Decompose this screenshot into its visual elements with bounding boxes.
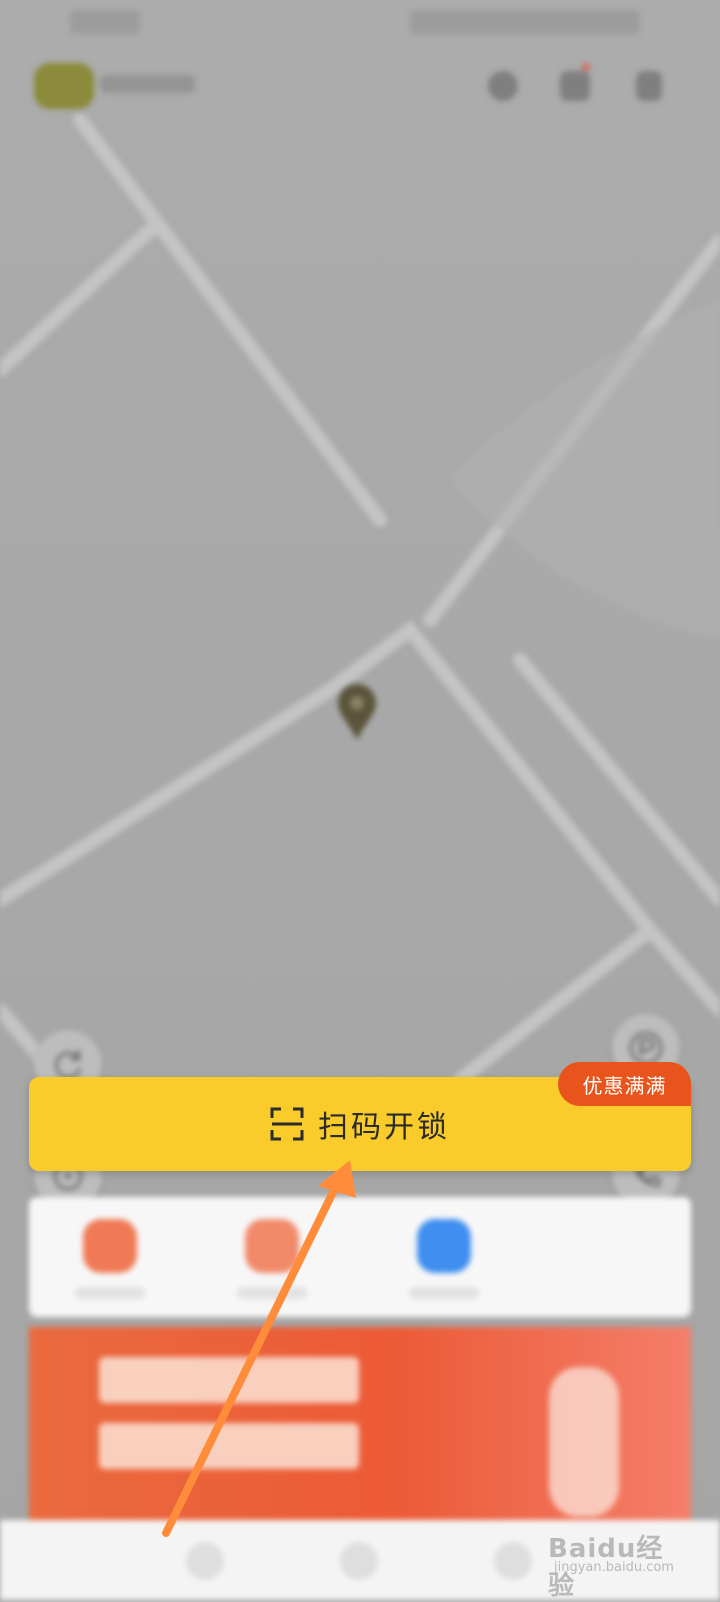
annotation-arrow (162, 1160, 356, 1537)
